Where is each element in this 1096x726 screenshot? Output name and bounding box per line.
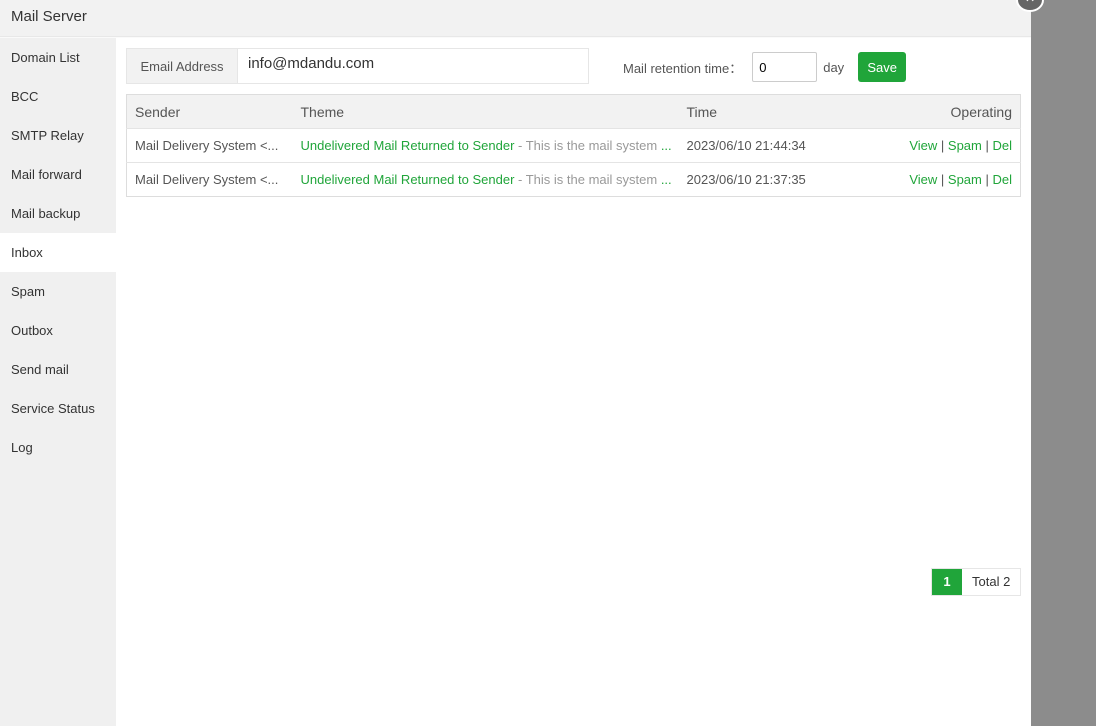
sidebar: Domain List BCC SMTP Relay Mail forward … bbox=[0, 38, 116, 726]
spam-link[interactable]: Spam bbox=[948, 172, 982, 187]
sidebar-item-send-mail[interactable]: Send mail bbox=[0, 350, 116, 389]
sidebar-item-smtp-relay[interactable]: SMTP Relay bbox=[0, 116, 116, 155]
time-cell: 2023/06/10 21:37:35 bbox=[678, 162, 856, 197]
theme-cell[interactable]: Undelivered Mail Returned to Sender - Th… bbox=[292, 162, 679, 197]
mail-table: Sender Theme Time Operating Mail Deliver… bbox=[126, 94, 1021, 197]
sender-cell: Mail Delivery System <... bbox=[126, 128, 293, 163]
mail-server-modal: Mail Server Domain List BCC SMTP Relay M… bbox=[0, 0, 1031, 726]
subject[interactable]: Undelivered Mail Returned to Sender bbox=[301, 138, 515, 153]
delete-link[interactable]: Del bbox=[992, 138, 1012, 153]
email-address-value[interactable]: info@mdandu.com bbox=[238, 49, 588, 83]
separator: | bbox=[937, 138, 948, 153]
sidebar-item-service-status[interactable]: Service Status bbox=[0, 389, 116, 428]
save-button[interactable]: Save bbox=[858, 52, 907, 82]
retention-unit: day bbox=[823, 59, 845, 75]
sender-cell: Mail Delivery System <... bbox=[126, 162, 293, 197]
sidebar-item-bcc[interactable]: BCC bbox=[0, 77, 116, 116]
separator: | bbox=[981, 138, 993, 153]
pagination: 1 Total 2 bbox=[931, 568, 1022, 596]
delete-link[interactable]: Del bbox=[992, 172, 1012, 187]
sidebar-item-domain-list[interactable]: Domain List bbox=[0, 38, 116, 77]
header-theme: Theme bbox=[292, 94, 679, 129]
sidebar-item-outbox[interactable]: Outbox bbox=[0, 311, 116, 350]
operations-cell: View | Spam | Del bbox=[855, 162, 1021, 197]
header-time: Time bbox=[678, 94, 856, 129]
inbox-panel: Email Address info@mdandu.com Mail reten… bbox=[116, 38, 1031, 726]
view-link[interactable]: View bbox=[909, 172, 937, 187]
spam-link[interactable]: Spam bbox=[948, 138, 982, 153]
sidebar-item-spam[interactable]: Spam bbox=[0, 272, 116, 311]
preview-more: ... bbox=[660, 172, 672, 187]
separator: | bbox=[981, 172, 993, 187]
page-total: Total 2 bbox=[972, 574, 1011, 589]
retention-label: Mail retention time： bbox=[623, 60, 743, 76]
operations-cell: View | Spam | Del bbox=[855, 128, 1021, 163]
retention-input[interactable] bbox=[752, 52, 818, 82]
separator: | bbox=[937, 172, 948, 187]
header-operating: Operating bbox=[855, 94, 1021, 129]
sidebar-item-mail-forward[interactable]: Mail forward bbox=[0, 155, 116, 194]
sidebar-item-mail-backup[interactable]: Mail backup bbox=[0, 194, 116, 233]
sidebar-item-log[interactable]: Log bbox=[0, 428, 116, 467]
preview: - This is the mail system bbox=[514, 138, 661, 153]
header-sender: Sender bbox=[126, 94, 293, 129]
table-header: Sender Theme Time Operating bbox=[126, 94, 1021, 129]
preview-more: ... bbox=[660, 138, 672, 153]
subject[interactable]: Undelivered Mail Returned to Sender bbox=[301, 172, 515, 187]
time-cell: 2023/06/10 21:44:34 bbox=[678, 128, 856, 163]
table-row: Mail Delivery System <... Undelivered Ma… bbox=[126, 162, 1021, 197]
retention-setting: Mail retention time： day Save bbox=[623, 52, 907, 82]
page-current[interactable]: 1 bbox=[932, 569, 962, 595]
table-row: Mail Delivery System <... Undelivered Ma… bbox=[126, 128, 1021, 163]
sidebar-item-inbox[interactable]: Inbox bbox=[0, 233, 116, 272]
email-address-select[interactable]: Email Address info@mdandu.com bbox=[126, 48, 589, 84]
email-address-label: Email Address bbox=[127, 49, 238, 83]
modal-title: Mail Server bbox=[0, 0, 1031, 37]
theme-cell[interactable]: Undelivered Mail Returned to Sender - Th… bbox=[292, 128, 679, 163]
preview: - This is the mail system bbox=[514, 172, 661, 187]
view-link[interactable]: View bbox=[909, 138, 937, 153]
